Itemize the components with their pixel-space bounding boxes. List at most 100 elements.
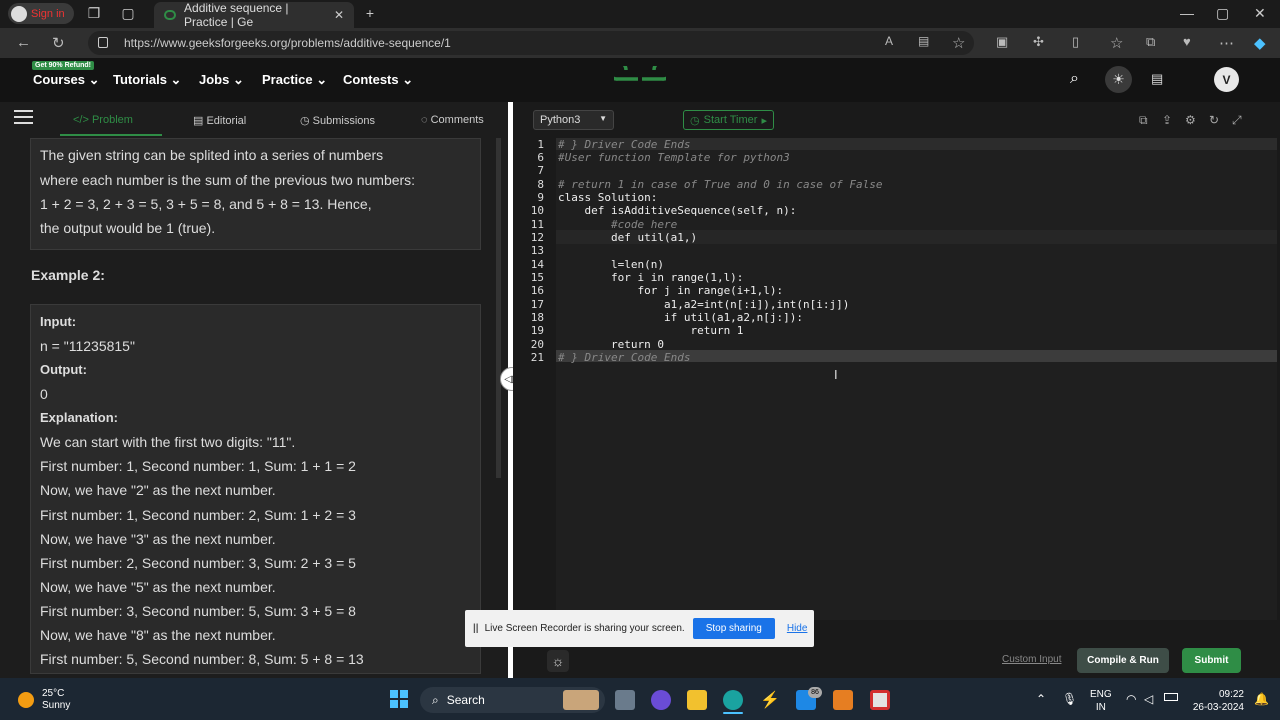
hint-bulb-icon[interactable]: ☼ [547, 650, 569, 672]
code-line: if util(a1,a2,n[j:]): [558, 311, 804, 324]
reset-icon[interactable]: ↻ [1209, 113, 1219, 127]
back-icon[interactable]: ← [16, 34, 31, 51]
puzzle-icon[interactable]: ✣ [1033, 34, 1044, 50]
custom-input-link[interactable]: Custom Input [1002, 654, 1061, 665]
menu-contests[interactable]: Contests ⌄ [343, 72, 413, 88]
gfg-logo[interactable] [614, 66, 666, 92]
volume-icon[interactable]: ◁ [1144, 692, 1153, 706]
copy-icon[interactable]: ⧉ [1139, 113, 1148, 128]
menu-label: Practice [262, 72, 313, 87]
line-number: 11 [530, 218, 544, 231]
upload-icon[interactable]: ⇪ [1162, 113, 1172, 127]
close-tab-icon[interactable]: ✕ [334, 8, 344, 22]
split-screen-icon[interactable]: ▯ [1072, 34, 1079, 50]
gfg-favicon-icon [164, 10, 177, 20]
stop-sharing-button[interactable]: Stop sharing [692, 618, 775, 639]
favorite-star-icon[interactable]: ☆ [952, 34, 965, 52]
code-line: # return 1 in case of True and 0 in case… [558, 178, 883, 191]
explanation2-line: Now, we have "5" as the next number. [40, 579, 276, 595]
more-menu-icon[interactable]: ⋯ [1219, 34, 1234, 52]
copilot-icon[interactable]: ◆ [1254, 34, 1266, 52]
menu-practice[interactable]: Practice ⌄ [262, 72, 327, 88]
maximize-icon[interactable]: ▢ [1216, 5, 1229, 22]
drag-handle-icon[interactable]: || [473, 623, 479, 634]
notifications-bell-icon[interactable]: 🔔 [1254, 692, 1269, 706]
browser-essentials-icon[interactable]: ♥ [1183, 34, 1191, 49]
language-select[interactable]: Python3 ▼ [533, 110, 614, 130]
extension-icon[interactable]: ▣ [996, 34, 1008, 50]
search-highlight-icon[interactable] [563, 690, 599, 710]
search-icon[interactable]: ⌕ [1070, 70, 1079, 88]
teams-icon[interactable] [651, 690, 671, 710]
explanation2-line: First number: 1, Second number: 2, Sum: … [40, 507, 356, 523]
theme-toggle-icon[interactable]: ☀ [1105, 66, 1132, 93]
line-number: 10 [530, 204, 544, 217]
file-explorer-icon[interactable] [687, 690, 707, 710]
workspaces-icon[interactable]: ❐ [86, 5, 102, 21]
address-bar[interactable]: https://www.geeksforgeeks.org/problems/a… [88, 31, 974, 55]
battery-icon[interactable] [1164, 693, 1178, 701]
microphone-icon[interactable]: 🎙 [1062, 692, 1077, 706]
translate-icon[interactable]: ▤ [1151, 71, 1163, 87]
line-number: 20 [530, 338, 544, 351]
new-tab-icon[interactable]: + [362, 5, 378, 21]
menu-label: Contests [343, 72, 399, 87]
active-tab[interactable]: Additive sequence | Practice | Ge ✕ [154, 1, 354, 29]
submit-button[interactable]: Submit [1182, 648, 1241, 673]
explanation1-line: the output would be 1 (true). [40, 220, 216, 236]
explanation2-line: Now, we have "8" as the next number. [40, 627, 276, 643]
line-number: 14 [530, 258, 544, 271]
menu-jobs[interactable]: Jobs ⌄ [199, 72, 244, 88]
language-indicator[interactable]: ENG IN [1090, 688, 1112, 714]
explanation1-line: where each number is the sum of the prev… [40, 172, 416, 188]
tab-actions-icon[interactable]: ▢ [120, 5, 136, 21]
weather-condition: Sunny [42, 700, 71, 711]
line-number: 8 [537, 178, 544, 191]
line-number: 1 [537, 138, 544, 151]
start-button-icon[interactable] [390, 690, 408, 708]
tab-comments[interactable]: ◌ Comments [421, 114, 484, 126]
code-line: def isAdditiveSequence(self, n): [558, 204, 797, 217]
vscode-icon[interactable]: ⚡ [760, 690, 780, 710]
explanation2-line: First number: 2, Second number: 3, Sum: … [40, 555, 356, 571]
minimize-icon[interactable]: — [1180, 5, 1194, 21]
weather-widget[interactable]: 25°C Sunny [18, 688, 70, 712]
tab-problem[interactable]: </> Problem [73, 114, 133, 126]
line-number: 7 [537, 164, 544, 177]
menu-courses[interactable]: Courses ⌄ [33, 72, 100, 88]
explanation2-line: Now, we have "3" as the next number. [40, 531, 276, 547]
input-label: Input: [40, 314, 77, 329]
menu-tutorials[interactable]: Tutorials ⌄ [113, 72, 181, 88]
close-window-icon[interactable]: ✕ [1254, 5, 1266, 22]
tab-submissions[interactable]: ◷ Submissions [300, 114, 375, 127]
explanation2-line: First number: 5, Second number: 8, Sum: … [40, 651, 364, 667]
notification-badge: 86 [808, 687, 822, 698]
search-icon: ⌕ [432, 692, 439, 707]
hide-link[interactable]: Hide [787, 623, 808, 634]
task-view-icon[interactable] [615, 690, 635, 710]
left-scrollbar[interactable] [496, 138, 501, 478]
language-value: Python3 [540, 114, 581, 126]
favorites-icon[interactable]: ☆ [1110, 34, 1123, 52]
recorder-icon[interactable] [870, 690, 890, 710]
fullscreen-icon[interactable]: ⤢ [1232, 113, 1242, 128]
sun-icon [18, 692, 34, 708]
tab-editorial[interactable]: ▤ Editorial [193, 114, 246, 127]
line-number: 21 [530, 351, 544, 364]
start-timer-button[interactable]: ◷ Start Timer ▸ [683, 110, 774, 130]
edge-icon[interactable] [723, 690, 743, 710]
refresh-icon[interactable]: ↻ [52, 34, 65, 52]
brave-icon[interactable] [833, 690, 853, 710]
user-avatar[interactable]: V [1214, 67, 1239, 92]
sign-in-button[interactable]: Sign in [8, 3, 74, 24]
compile-run-button[interactable]: Compile & Run [1077, 648, 1169, 673]
settings-icon[interactable]: ⚙ [1185, 113, 1196, 127]
collections-icon[interactable]: ⧉ [1146, 34, 1155, 50]
wifi-icon[interactable]: ◠ [1126, 692, 1136, 706]
menu-label: Courses [33, 72, 86, 87]
immersive-reader-icon[interactable]: ▤ [918, 34, 929, 48]
clock[interactable]: 09:22 26-03-2024 [1192, 688, 1244, 714]
hamburger-menu-icon[interactable] [14, 110, 33, 124]
read-aloud-icon[interactable]: A [885, 34, 893, 48]
chevron-up-icon[interactable]: ⌃ [1036, 692, 1046, 706]
